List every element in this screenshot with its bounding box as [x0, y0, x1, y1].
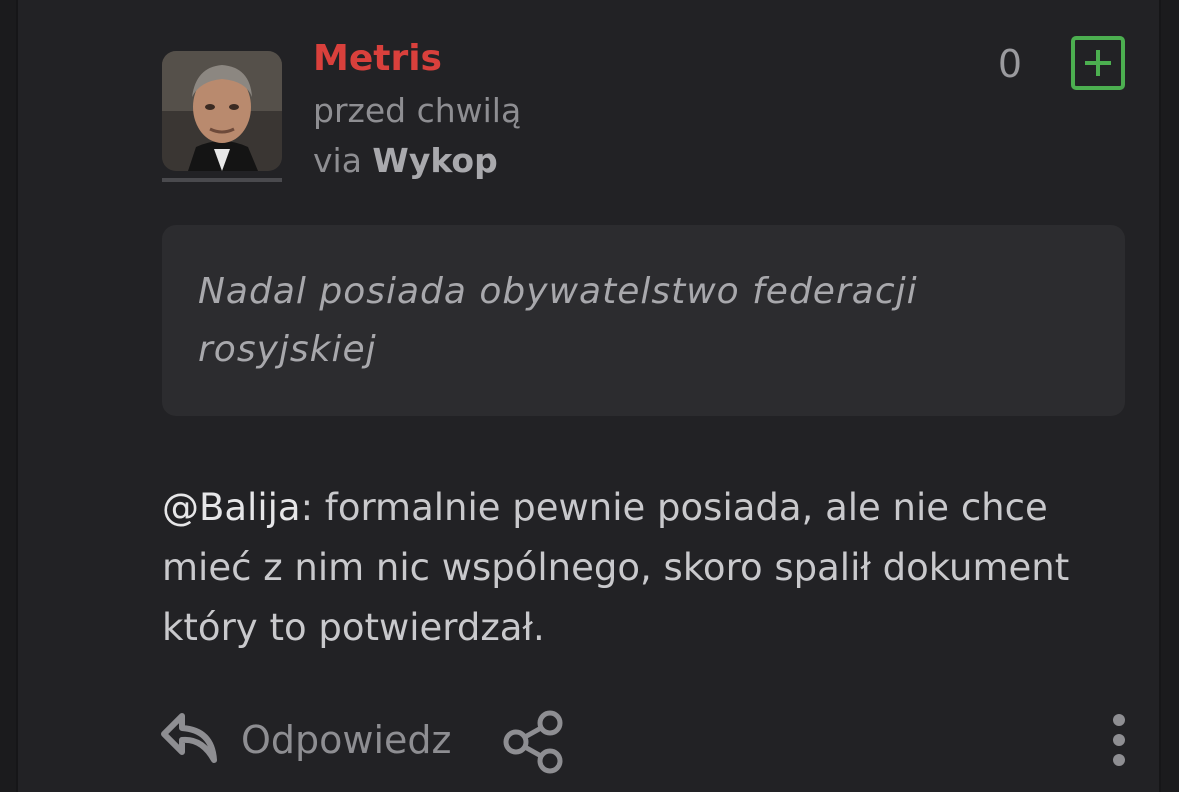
avatar-photo: [162, 51, 282, 171]
share-icon[interactable]: [500, 709, 566, 775]
plus-icon[interactable]: [1071, 36, 1125, 90]
user-mention[interactable]: @Balija: [162, 486, 301, 529]
quote-block: Nadal posiada obywatelstwo federacji ros…: [162, 225, 1125, 416]
avatar[interactable]: [162, 51, 282, 171]
quote-text: Nadal posiada obywatelstwo federacji ros…: [198, 271, 918, 370]
reply-icon[interactable]: [160, 708, 220, 768]
entry-body: @Balija: formalnie pewnie posiada, ale n…: [162, 478, 1122, 658]
via-source: Wykop: [372, 141, 498, 180]
via-line: via Wykop: [313, 139, 498, 183]
avatar-underline: [162, 178, 282, 182]
author-name[interactable]: Metris: [313, 36, 442, 82]
via-prefix: via: [313, 141, 362, 180]
more-icon[interactable]: [1105, 712, 1133, 768]
action-bar: Odpowiedz: [0, 700, 1179, 780]
vote-count: 0: [997, 42, 1023, 86]
reply-button[interactable]: Odpowiedz: [241, 716, 451, 764]
post-time[interactable]: przed chwilą: [313, 89, 521, 133]
